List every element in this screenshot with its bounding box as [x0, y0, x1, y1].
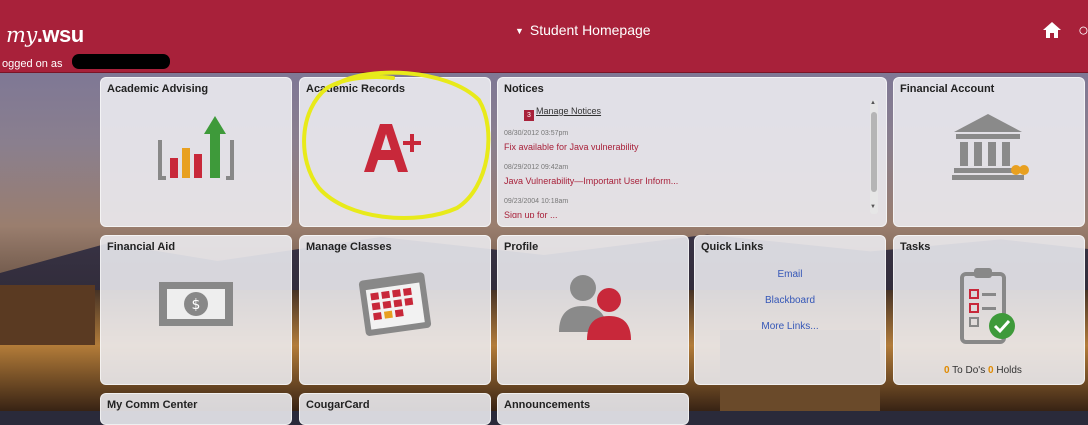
notices-list: 3 Manage Notices 08/30/2012 03:57pm Fix … [504, 100, 874, 218]
clipboard-check-icon [960, 268, 1015, 344]
tile-cougarcard[interactable]: CougarCard [299, 393, 491, 425]
redacted-username [72, 54, 170, 69]
notice-date: 09/23/2004 10:18am [504, 198, 569, 205]
tile-title: Notices [504, 83, 544, 95]
tile-title: Profile [504, 241, 539, 253]
holds-count: 0 [988, 365, 994, 376]
quick-link-blackboard[interactable]: Blackboard [695, 295, 885, 306]
tile-announcements[interactable]: Announcements [497, 393, 689, 425]
tile-academic-records[interactable]: Academic Records [299, 77, 491, 227]
quick-link-email[interactable]: Email [695, 269, 885, 280]
tile-title: Announcements [504, 399, 591, 411]
tile-title: Manage Classes [306, 241, 392, 253]
home-icon[interactable] [1042, 20, 1062, 40]
todo-count: 0 [944, 365, 950, 376]
quick-link-more[interactable]: More Links... [695, 321, 885, 332]
notices-scrollbar[interactable]: ▲ ▼ [870, 100, 878, 214]
svg-text:$: $ [192, 297, 201, 313]
manage-notices-link[interactable]: Manage Notices [536, 106, 601, 116]
bar-chart-icon [158, 116, 234, 180]
notice-date: 08/29/2012 09:42am [504, 164, 569, 171]
todo-label: To Do's [952, 365, 986, 376]
users-icon [559, 275, 631, 340]
tile-financial-account[interactable]: Financial Account [893, 77, 1085, 227]
tile-title: Academic Records [306, 83, 406, 95]
notice-flag-icon: 3 [524, 110, 534, 121]
tile-tasks[interactable]: Tasks 0 To Do's 0 Holds [893, 235, 1085, 385]
holds-label: Holds [996, 365, 1022, 376]
tile-title: Financial Aid [107, 241, 176, 253]
caret-down-icon: ▼ [515, 26, 524, 37]
top-header-bar: my.wsu ogged on as ▼ Student Homepage ○ [0, 0, 1088, 73]
scrollbar-thumb[interactable] [871, 112, 877, 192]
notice-link[interactable]: Fix available for Java vulnerability [504, 142, 639, 152]
page-title-dropdown[interactable]: ▼ Student Homepage [515, 22, 651, 38]
tile-notices[interactable]: Notices 3 Manage Notices 08/30/2012 03:5… [497, 77, 887, 227]
tasks-summary: 0 To Do's 0 Holds [944, 365, 1022, 376]
scroll-up-icon[interactable]: ▲ [870, 100, 876, 106]
logged-on-label: ogged on as [2, 58, 63, 70]
tile-title: Academic Advising [107, 83, 209, 95]
notice-link[interactable]: Sign up for ... [504, 210, 558, 218]
mywsu-logo[interactable]: my.wsu [6, 22, 84, 48]
scroll-down-icon[interactable]: ▼ [870, 204, 876, 210]
search-icon[interactable]: ○ [1078, 20, 1088, 41]
tile-title: CougarCard [306, 399, 370, 411]
tile-my-comm-center[interactable]: My Comm Center [100, 393, 292, 425]
tile-title: Financial Account [900, 83, 995, 95]
money-bill-icon: $ [159, 282, 233, 326]
notice-date: 08/30/2012 03:57pm [504, 130, 569, 137]
tile-title: Tasks [900, 241, 931, 253]
bank-icon [952, 114, 1029, 180]
notice-link[interactable]: Java Vulnerability—Important User Inform… [504, 176, 678, 186]
grade-a-plus-icon [364, 124, 421, 172]
tile-manage-classes[interactable]: Manage Classes [299, 235, 491, 385]
tile-academic-advising[interactable]: Academic Advising [100, 77, 292, 227]
tile-title: Quick Links [701, 241, 764, 253]
tile-profile[interactable]: Profile [497, 235, 689, 385]
tile-financial-aid[interactable]: Financial Aid $ [100, 235, 292, 385]
page-title: Student Homepage [529, 22, 651, 38]
tile-title: My Comm Center [107, 399, 198, 411]
calendar-icon [358, 272, 432, 336]
tile-quick-links[interactable]: Quick Links Email Blackboard More Links.… [694, 235, 886, 385]
